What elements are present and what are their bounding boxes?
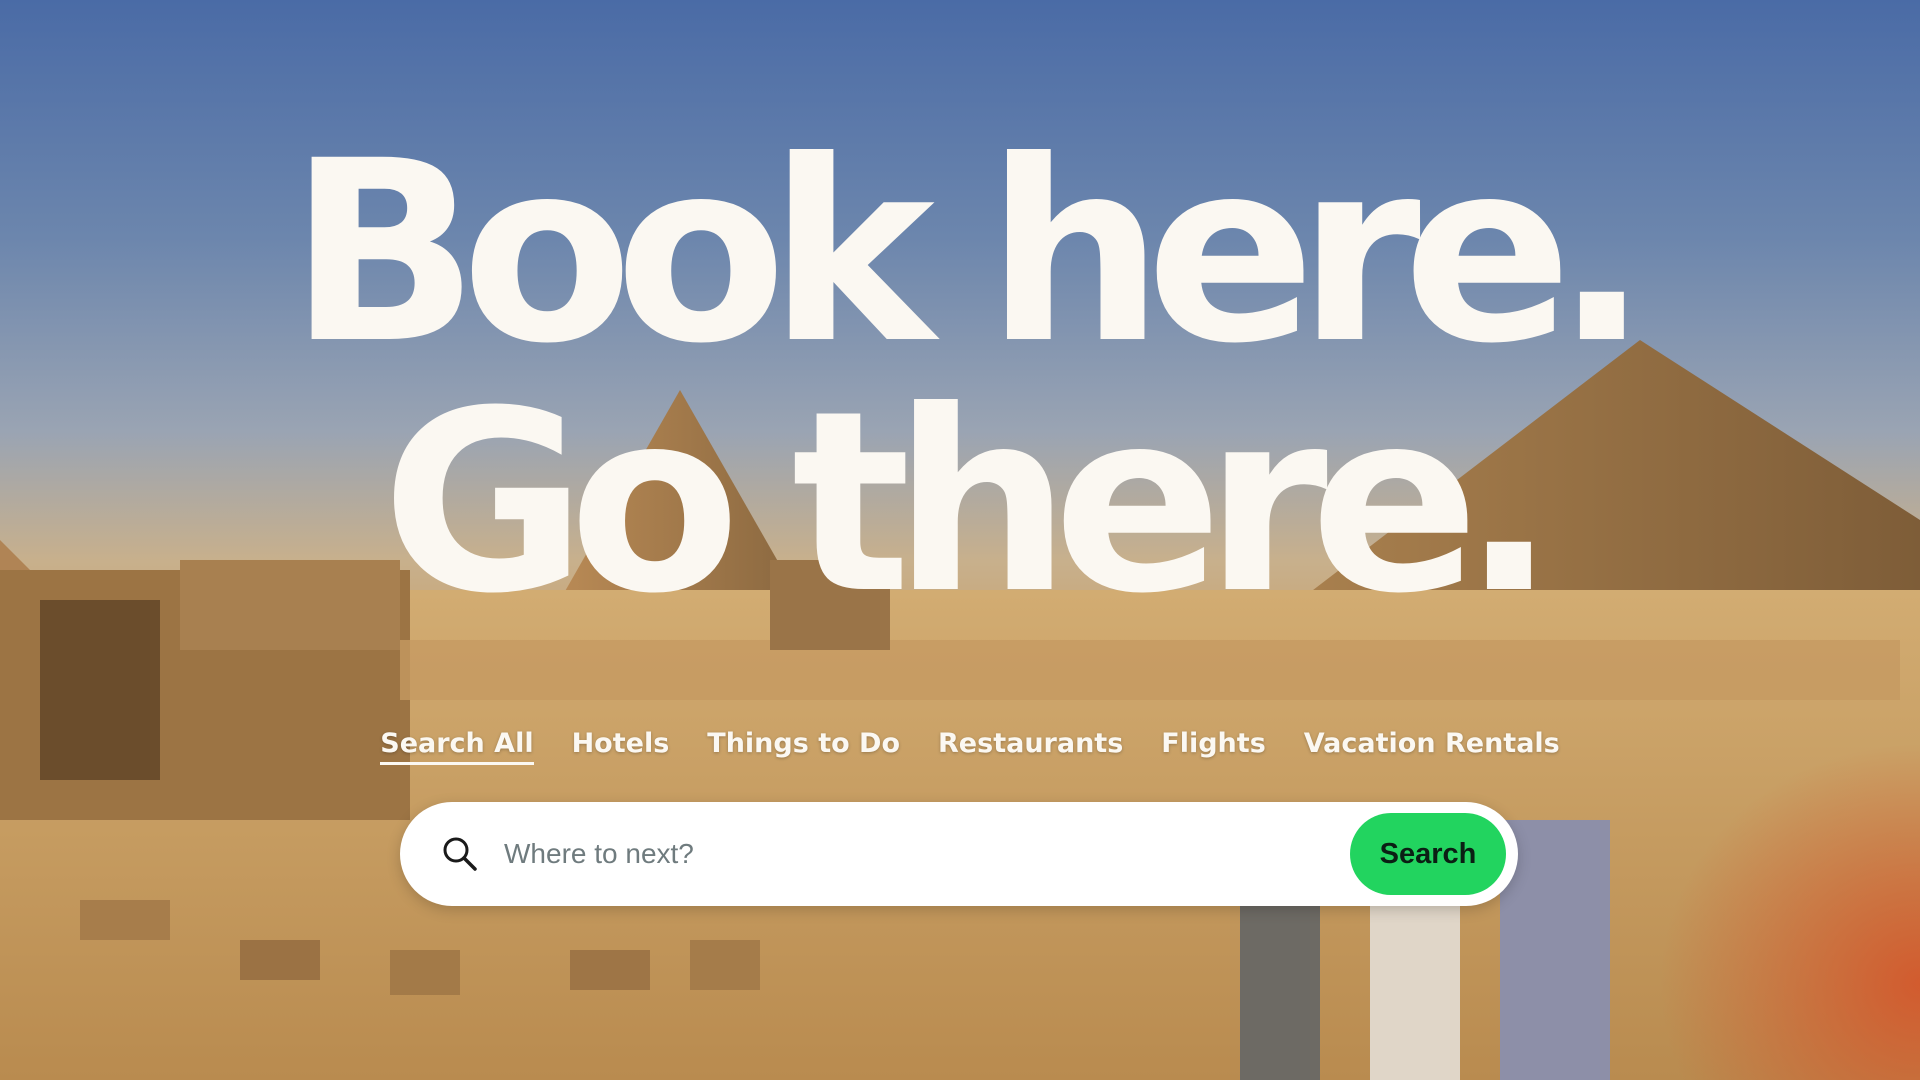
tab-things-to-do[interactable]: Things to Do (707, 728, 900, 765)
search-icon (438, 832, 482, 876)
tab-flights[interactable]: Flights (1161, 728, 1265, 765)
hero-headline-line2: Go there. (381, 357, 1557, 648)
tab-restaurants[interactable]: Restaurants (938, 728, 1123, 765)
search-input[interactable] (502, 823, 1350, 885)
hero-headline-line1: Book here. (288, 107, 1650, 398)
search-category-tabs: Search All Hotels Things to Do Restauran… (0, 728, 1920, 765)
tab-vacation-rentals[interactable]: Vacation Rentals (1304, 728, 1560, 765)
hero-section: Book here. Go there. Search All Hotels T… (0, 0, 1920, 1080)
tab-search-all[interactable]: Search All (380, 728, 534, 765)
tab-hotels[interactable]: Hotels (572, 728, 670, 765)
search-bar: Search (400, 802, 1518, 906)
search-button[interactable]: Search (1350, 813, 1506, 895)
